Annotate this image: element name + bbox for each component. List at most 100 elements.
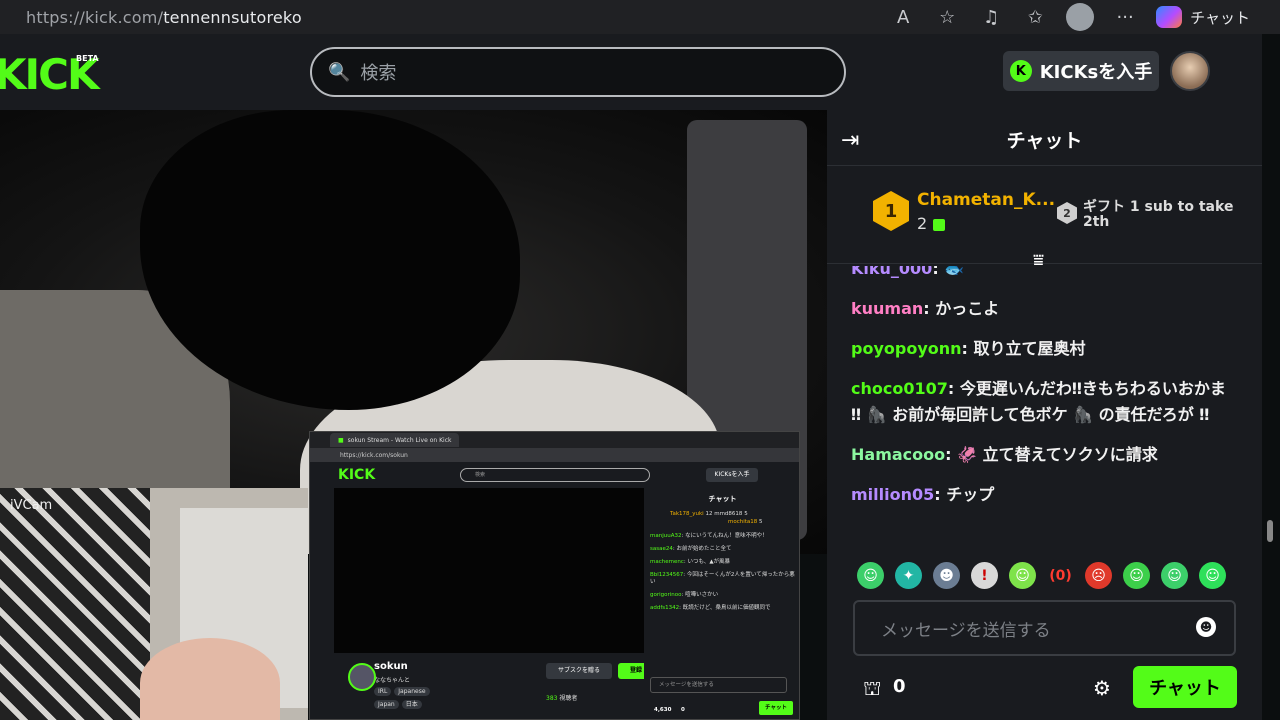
mini-chat: チャット Tak178_yuki 12 mmd8618 5 mochita18 … xyxy=(644,488,799,719)
beta-badge: BETA xyxy=(76,54,99,63)
page-scrollbar[interactable] xyxy=(1262,34,1280,720)
mini-chat-user: machemenc xyxy=(650,558,684,565)
browser-actions: A ☆ ♫ ✩ ··· チャット xyxy=(890,0,1280,34)
chat-message-input[interactable]: メッセージを送信する ☻ xyxy=(853,600,1236,656)
mini-tab-kick-icon: ■ xyxy=(338,436,344,444)
address-bar[interactable]: https://kick.com/tennennsutoreko xyxy=(26,8,302,27)
mini-points: 4,630 0 xyxy=(654,707,685,713)
search-placeholder: 検索 xyxy=(360,63,397,84)
copilot-icon xyxy=(1156,6,1183,28)
browser-profile-avatar[interactable] xyxy=(1066,3,1095,31)
scrollbar-thumb[interactable] xyxy=(1267,520,1273,542)
user-avatar[interactable] xyxy=(1170,51,1210,91)
kicks-coin-icon: K xyxy=(1009,60,1032,82)
mini-points-value: 4,630 xyxy=(654,707,672,713)
mini-chat-user: Bbl1234567 xyxy=(650,571,684,578)
chat-message: Kiku_000: 🐟 xyxy=(851,266,1238,282)
emote-sign-icon[interactable]: ! xyxy=(971,562,998,589)
mini-viewer-label: 視聴者 xyxy=(559,695,578,702)
chat-username[interactable]: Kiku_000 xyxy=(851,266,932,278)
mini-gifter-row: mochita18 5 xyxy=(670,518,795,526)
mini-chat-line: Bbl1234567: 今回はそーくんが2人を置いて帰ったから悪い xyxy=(650,571,795,586)
favorite-star-icon[interactable]: ☆ xyxy=(934,7,960,28)
emoji-picker-icon[interactable]: ☻ xyxy=(1196,617,1216,637)
mini-streamer-avatar xyxy=(348,663,376,691)
mini-chat-user: sasae24 xyxy=(650,545,673,552)
get-kicks-button[interactable]: K KICKsを入手 xyxy=(1003,51,1159,91)
chat-header: ⇥ チャット xyxy=(827,110,1262,166)
url-host: https://kick.com/ xyxy=(26,7,164,27)
chat-text: かっこよ xyxy=(935,299,1000,318)
chat-settings-gear-icon[interactable]: ⚙ xyxy=(1093,676,1111,700)
mini-search: 検索 xyxy=(460,468,650,482)
send-chat-button[interactable]: チャット xyxy=(1133,666,1237,708)
mini-top-gifters: Tak178_yuki 12 mmd8618 5 mochita18 5 xyxy=(650,510,795,527)
webcam-label: iVCam xyxy=(10,498,53,513)
mini-video xyxy=(334,488,644,653)
chat-text: 🦑 立て替えてソクソに請求 xyxy=(957,445,1158,464)
mini-nav: KICK 検索 KICKsを入手 xyxy=(310,462,799,488)
mini-tags: IRL Japanese xyxy=(374,687,644,696)
mini-tags-2: Japan 日本 xyxy=(374,699,644,709)
quick-emotes: ☺ ✦ ☻ ! ☺ (0) ☹ ☺ ☺ ☺ xyxy=(857,562,1226,589)
mini-gifter-count: 5 xyxy=(744,511,748,517)
mini-gift-count: 0 xyxy=(680,707,685,713)
mini-tab: ■ sokun Stream - Watch Live on Kick xyxy=(330,433,460,447)
chat-username[interactable]: poyopoyonn xyxy=(851,339,962,358)
mini-gifter-name: Tak178_yuki xyxy=(670,511,704,517)
store-icon[interactable]: ⛫ xyxy=(863,676,881,703)
emote-dance-icon[interactable]: ✦ xyxy=(895,562,922,589)
chat-username[interactable]: million05 xyxy=(851,485,934,504)
mini-gifter-count: 12 xyxy=(705,511,713,517)
chat-message: kuuman: かっこよ xyxy=(851,299,1000,318)
chat-message: poyopoyonn: 取り立て屋奥村 xyxy=(851,339,1086,358)
mini-chat-line: machemenc: いつも、▲が風暴 xyxy=(650,558,731,565)
mini-chat-title: チャット xyxy=(708,495,737,503)
mini-address-bar: https://kick.com/sokun xyxy=(310,448,799,462)
gift-icon xyxy=(933,218,946,231)
emote-frog-2-icon[interactable]: ☺ xyxy=(1161,562,1188,589)
emote-frog-icon[interactable]: ☺ xyxy=(857,562,884,589)
kick-top-nav: KICK BETA 🔍 検索 K KICKsを入手 xyxy=(0,34,1262,110)
chat-username[interactable]: Hamacooo xyxy=(851,445,945,464)
favorites-icon[interactable]: ✩ xyxy=(1022,7,1048,28)
mini-viewer-count: 383 xyxy=(546,695,558,702)
top-gifters-bar: 1 Chametan_K... 2 2 ギフト 1 sub to take 2t… xyxy=(827,166,1262,264)
mini-gifter-row: Tak178_yuki 12 mmd8618 5 xyxy=(670,510,795,518)
mini-tag: Japan xyxy=(374,700,399,709)
emote-zero-icon[interactable]: (0) xyxy=(1047,562,1074,589)
mini-tab-bar: ■ sokun Stream - Watch Live on Kick xyxy=(310,432,799,448)
chat-panel: ⇥ チャット 1 Chametan_K... 2 2 ギフト 1 sub to … xyxy=(827,110,1262,720)
mini-gifter-count: 5 xyxy=(759,519,763,526)
mini-sidebar xyxy=(310,488,334,719)
more-menu-icon[interactable]: ··· xyxy=(1112,7,1138,28)
channel-points: 0 xyxy=(893,676,906,697)
mini-gifter-name: mochita18 xyxy=(728,519,758,526)
emote-slime-icon[interactable]: ☺ xyxy=(1199,562,1226,589)
mini-chat-line: manjuuA32: なにいうてんねん！意味不明や！ xyxy=(650,532,768,539)
emote-man-icon[interactable]: ☻ xyxy=(933,562,960,589)
webcam-overlay: iVCam xyxy=(0,488,308,720)
webcam-hand xyxy=(140,638,280,720)
browser-toolbar: https://kick.com/tennennsutoreko A ☆ ♫ ✩… xyxy=(0,0,1280,34)
mini-chat-user: addfs1342 xyxy=(650,605,680,612)
media-icon[interactable]: ♫ xyxy=(978,7,1004,28)
read-aloud-icon[interactable]: A xyxy=(890,7,916,28)
copilot-button[interactable]: チャット xyxy=(1156,6,1250,28)
emote-blob-icon[interactable]: ☺ xyxy=(1123,562,1150,589)
mini-viewers: 383 視聴者 xyxy=(546,693,577,702)
mini-chat-input: メッセージを送信する xyxy=(650,677,787,693)
search-input[interactable]: 🔍 検索 xyxy=(310,47,846,97)
chat-username[interactable]: choco0107 xyxy=(851,379,948,398)
chat-username[interactable]: kuuman xyxy=(851,299,923,318)
top-gifter-name[interactable]: Chametan_K... xyxy=(917,190,1055,210)
mini-chat-text: 喧嘩いさかい xyxy=(685,592,719,599)
url-path: tennennsutoreko xyxy=(163,7,302,27)
mini-chat-line: addfs1342: 既読だけど、桑鳥以前に価値観同で xyxy=(650,605,771,612)
top-gifter-count: 2 xyxy=(917,214,946,233)
emote-angry-icon[interactable]: ☹ xyxy=(1085,562,1112,589)
search-icon: 🔍 xyxy=(328,61,351,83)
emote-halo-icon[interactable]: ☺ xyxy=(1009,562,1036,589)
get-kicks-label: KICKsを入手 xyxy=(1039,62,1153,83)
mini-stream-info: sokun ななちゃんと IRL Japanese Japan 日本 サブスクを贈る… xyxy=(334,653,654,719)
